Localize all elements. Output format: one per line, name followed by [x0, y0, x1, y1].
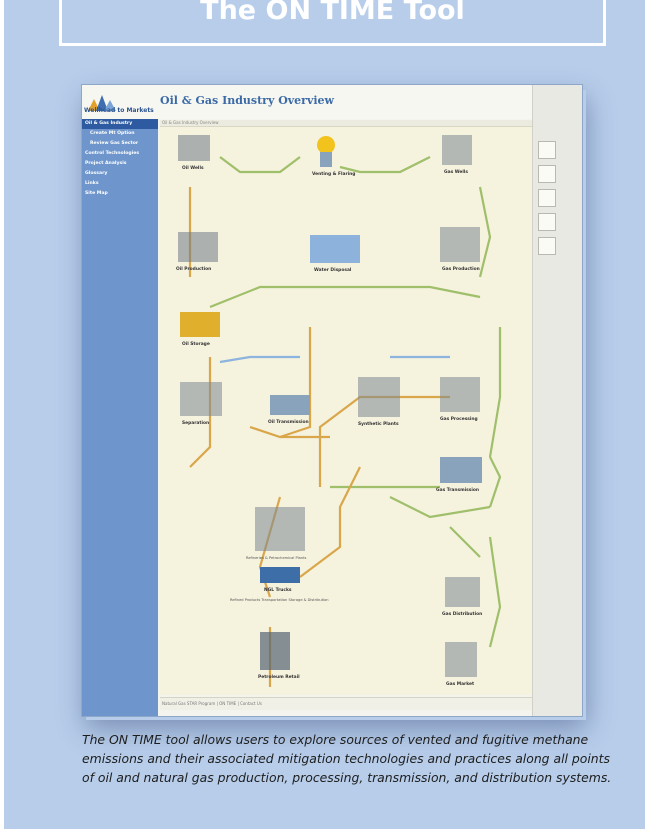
footer-text: Natural Gas STAR Program | ON TIME | Con… — [162, 701, 262, 706]
gas-transmission-icon[interactable] — [440, 457, 482, 483]
node-label-synthetic-plants: Synthetic Plants — [358, 421, 399, 427]
figure-title: The ON TIME Tool — [200, 0, 465, 26]
node-label-separation: Separation — [182, 420, 209, 426]
node-label-gas-transmission: Gas Transmission — [436, 487, 479, 493]
sidebar-item-review-gas-sector[interactable]: Review Gas Sector — [82, 139, 158, 149]
logo-text: Wellhead to Markets — [84, 107, 154, 114]
node-label-oil-transmission: Oil Transmission — [268, 419, 309, 425]
flow-diagram-svg: Oil Wells Venting & Flaring Gas Wells Oi… — [176, 135, 502, 687]
synthetic-plants-icon[interactable] — [358, 377, 400, 417]
node-label-oil-storage: Oil Storage — [182, 341, 210, 347]
node-label-refined-products: Refined Products Transportation Storage … — [230, 598, 329, 602]
on-time-screenshot: Wellhead to Markets Oil & Gas Industry O… — [81, 84, 583, 717]
node-label-gas-wells: Gas Wells — [444, 169, 468, 175]
separation-icon[interactable] — [180, 382, 222, 416]
sidebar-item-oil-gas-industry[interactable]: Oil & Gas Industry — [82, 119, 158, 129]
figure-panel: The ON TIME Tool Wellhead to Markets Oil… — [4, 0, 645, 829]
chart-tool-icon[interactable] — [538, 141, 556, 159]
report-tool-icon[interactable] — [538, 165, 556, 183]
node-label-water-disposal: Water Disposal — [314, 267, 352, 273]
sidebar-item-control-technologies[interactable]: Control Technologies — [82, 149, 158, 159]
app-header: Wellhead to Markets Oil & Gas Industry O… — [82, 85, 582, 119]
app-footer: Natural Gas STAR Program | ON TIME | Con… — [160, 697, 532, 710]
table-tool-icon[interactable] — [538, 189, 556, 207]
sidebar-item-links[interactable]: Links — [82, 179, 158, 189]
gas-wells-icon[interactable] — [442, 135, 472, 165]
node-label-refineries: Refineries & Petrochemical Plants — [246, 556, 307, 560]
node-label-gas-production: Gas Production — [442, 266, 480, 272]
breadcrumb-text: Oil & Gas Industry Overview — [162, 120, 219, 125]
oil-wells-icon[interactable] — [178, 135, 210, 161]
sidebar-item-glossary[interactable]: Glossary — [82, 169, 158, 179]
node-label-oil-wells: Oil Wells — [182, 165, 204, 171]
oil-production-icon[interactable] — [178, 232, 218, 262]
book-tool-icon[interactable] — [538, 213, 556, 231]
sidebar-item-site-map[interactable]: Site Map — [82, 189, 158, 199]
ngl-trucks-icon[interactable] — [260, 567, 300, 583]
flare-icon[interactable] — [317, 136, 335, 154]
node-label-venting-flaring: Venting & Flaring — [312, 171, 355, 177]
oil-transmission-icon[interactable] — [270, 395, 310, 415]
sidebar-nav: Oil & Gas Industry Create Mt Option Revi… — [82, 119, 158, 716]
node-label-oil-production: Oil Production — [176, 266, 211, 272]
sidebar-item-project-analysis[interactable]: Project Analysis — [82, 159, 158, 169]
node-label-ngl-trucks: NGL Trucks — [264, 587, 292, 593]
facility-icons — [178, 135, 482, 677]
oil-storage-icon[interactable] — [180, 312, 220, 337]
page-heading: Oil & Gas Industry Overview — [160, 94, 335, 107]
node-label-gas-distribution: Gas Distribution — [442, 611, 482, 617]
breadcrumb: Oil & Gas Industry Overview — [160, 120, 532, 127]
title-box: The ON TIME Tool — [59, 0, 606, 46]
gas-production-icon[interactable] — [440, 227, 480, 262]
node-label-gas-market: Gas Market — [446, 681, 474, 687]
venting-flaring-icon[interactable] — [320, 152, 332, 167]
water-disposal-icon[interactable] — [310, 235, 360, 263]
figure-caption: The ON TIME tool allows users to explore… — [82, 732, 612, 785]
gas-processing-icon[interactable] — [440, 377, 480, 412]
node-label-gas-processing: Gas Processing — [440, 416, 478, 422]
gas-distribution-icon[interactable] — [445, 577, 480, 607]
industry-flow-diagram: Oil Wells Venting & Flaring Gas Wells Oi… — [160, 127, 532, 695]
print-tool-icon[interactable] — [538, 237, 556, 255]
tool-panel — [532, 85, 582, 716]
sidebar-item-create-option[interactable]: Create Mt Option — [82, 129, 158, 139]
petroleum-retail-icon[interactable] — [260, 632, 290, 670]
refineries-icon[interactable] — [255, 507, 305, 551]
node-label-petroleum-retail: Petroleum Retail — [258, 674, 300, 680]
gas-market-icon[interactable] — [445, 642, 477, 677]
